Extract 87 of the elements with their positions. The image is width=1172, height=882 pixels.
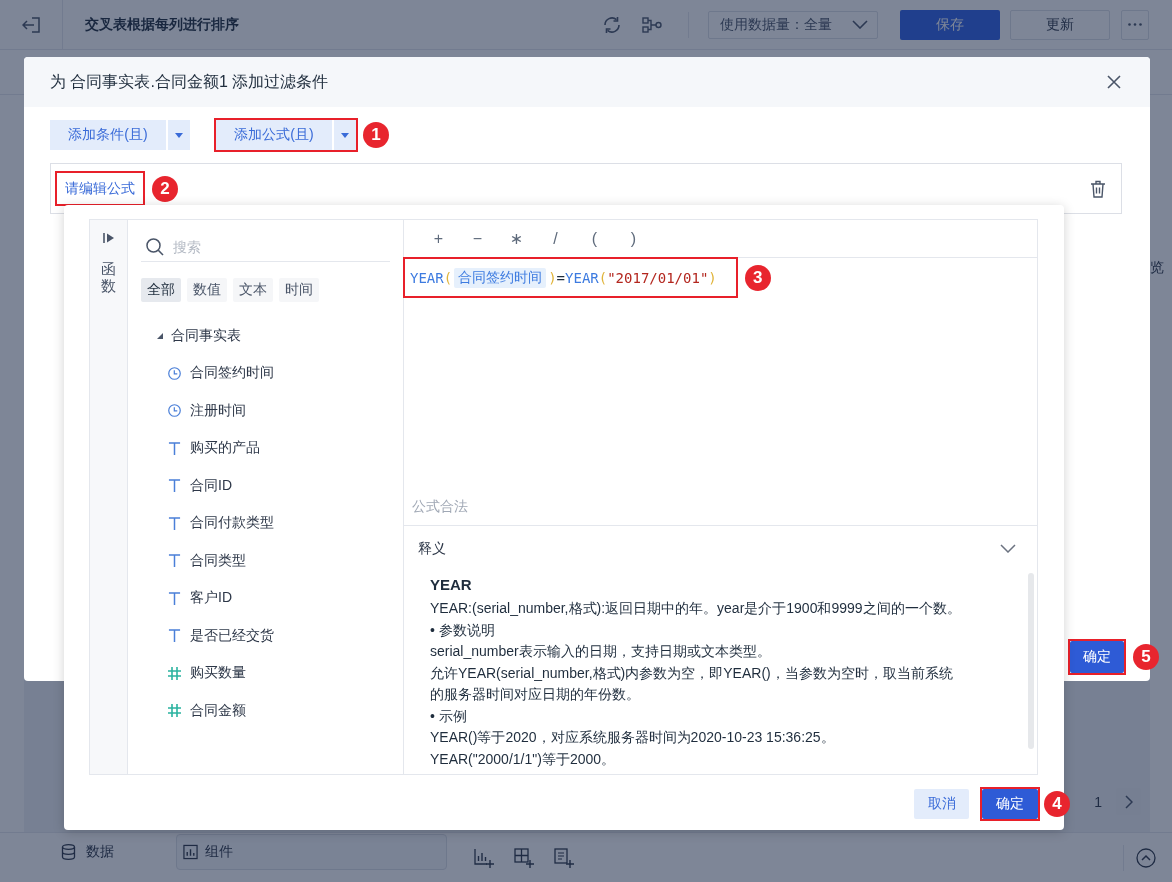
step-badge: 1 [363, 122, 389, 148]
chevron-up-circle-icon[interactable] [1136, 847, 1156, 868]
search-icon [146, 237, 164, 256]
filter-tab[interactable]: 全部 [141, 278, 181, 302]
step-badge: 5 [1133, 644, 1159, 670]
operator-button[interactable]: + [419, 220, 458, 257]
scrollbar[interactable] [1028, 573, 1034, 749]
exit-icon[interactable] [22, 16, 40, 33]
panel-heading: 览 [1150, 259, 1165, 277]
section-title: 释义 [418, 539, 446, 558]
flow-icon[interactable] [642, 16, 662, 33]
step-badge: 3 [744, 264, 771, 291]
table-add-icon[interactable] [554, 847, 574, 868]
filter-tab[interactable]: 数值 [187, 278, 227, 302]
operator-button[interactable]: ∗ [497, 220, 536, 257]
explanation-text: • 示例 [430, 706, 468, 726]
confirm-button[interactable]: 确定 [982, 789, 1038, 819]
field-item[interactable]: 合同金额 [190, 701, 246, 720]
chart-icon [183, 844, 198, 860]
close-icon[interactable] [1107, 75, 1121, 89]
field-item[interactable]: 购买数量 [190, 664, 246, 683]
explanation-text: 允许YEAR(serial_number,格式)内参数为空，即YEAR()，当参数为空时，取当前系统 [430, 663, 954, 683]
hash-icon [168, 666, 181, 680]
explanation-text: • 参数说明 [430, 620, 496, 640]
function-name: YEAR [430, 575, 473, 595]
operator-button[interactable]: ) [614, 220, 653, 257]
chevron-down-icon [852, 20, 868, 29]
database-icon [61, 844, 76, 860]
text-type-icon [168, 591, 181, 605]
formula-text[interactable]: YEAR( 合同签约时间 )=YEAR("2017/01/01") [410, 267, 717, 288]
field-item[interactable]: 注册时间 [190, 401, 246, 420]
dropdown-button[interactable] [334, 120, 356, 150]
chart-add-icon[interactable] [474, 847, 494, 868]
more-icon [1128, 23, 1142, 26]
chevron-right-icon [1124, 794, 1133, 809]
add-formula-button[interactable]: 添加公式(且) [216, 120, 332, 150]
caret-down-icon [175, 132, 183, 138]
step-badge: 2 [152, 175, 178, 202]
step-badge: 4 [1044, 791, 1070, 817]
cancel-button[interactable]: 取消 [914, 789, 969, 819]
clock-icon [168, 366, 181, 380]
table-name[interactable]: 合同事实表 [171, 326, 241, 345]
field-item[interactable]: 客户ID [190, 589, 232, 608]
dialog-title: 为 合同事实表.合同金额1 添加过滤条件 [50, 71, 329, 92]
report-title: 交叉表根据每列进行排序 [85, 15, 239, 34]
text-type-icon [168, 479, 181, 493]
update-button[interactable]: 更新 [1010, 9, 1110, 40]
field-item[interactable]: 合同签约时间 [190, 364, 274, 383]
explanation-text: YEAR:(serial_number,格式):返回日期中的年。year是介于1900和9999之间的一个数。 [430, 599, 962, 618]
grid-add-icon[interactable] [514, 847, 534, 868]
text-type-icon [168, 516, 181, 530]
filter-tab[interactable]: 时间 [279, 278, 319, 302]
explanation-text: YEAR("2000/1/1")等于2000。 [430, 749, 617, 769]
field-item[interactable]: 是否已经交货 [190, 626, 274, 645]
field-item[interactable]: 合同类型 [190, 551, 246, 570]
operator-button[interactable]: − [458, 220, 497, 257]
panel-toggle-icon[interactable] [102, 232, 115, 244]
confirm-button[interactable]: 确定 [1070, 641, 1124, 673]
trash-icon[interactable] [1090, 179, 1106, 198]
text-type-icon [168, 441, 181, 455]
field-item[interactable]: 合同付款类型 [190, 514, 274, 533]
explanation-text: YEAR()等于2020，对应系统服务器时间为2020-10-23 15:36:25。 [430, 728, 836, 747]
validation-status: 公式合法 [411, 498, 469, 516]
panel-tab[interactable]: 数据 [52, 834, 176, 870]
dropdown-button[interactable] [168, 120, 190, 150]
field-item[interactable]: 购买的产品 [190, 439, 260, 458]
edit-formula-link[interactable]: 请编辑公式 [65, 179, 135, 198]
functions-tab[interactable]: 函数 [101, 261, 116, 294]
chevron-down-icon[interactable] [1000, 544, 1016, 553]
panel-tab[interactable]: 组件 [176, 834, 447, 870]
add-condition-button[interactable]: 添加条件(且) [50, 120, 166, 150]
operator-button[interactable]: / [536, 220, 575, 257]
operator-button[interactable]: ( [575, 220, 614, 257]
data-amount-dropdown[interactable]: 使用数据量：全量 [708, 10, 878, 39]
hash-icon [168, 704, 181, 718]
filter-tab[interactable]: 文本 [233, 278, 273, 302]
explanation-text: 的服务器时间对应日期的年份数。 [430, 685, 641, 704]
caret-icon[interactable] [157, 332, 163, 339]
page-number[interactable]: 1 [1094, 793, 1102, 810]
clock-icon [168, 404, 181, 418]
text-type-icon [168, 554, 181, 568]
caret-down-icon [341, 132, 349, 138]
explanation-text: serial_number表示输入的日期，支持日期或文本类型。 [430, 642, 772, 661]
refresh-icon[interactable] [603, 15, 621, 34]
search-field[interactable]: 搜索 [173, 234, 390, 259]
field-item[interactable]: 合同ID [190, 476, 232, 495]
text-type-icon [168, 629, 181, 643]
